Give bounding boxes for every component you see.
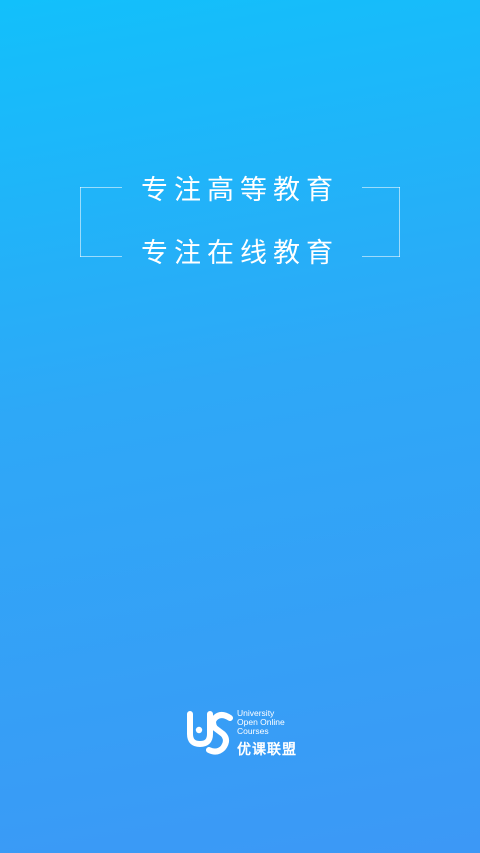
slogan-line-higher-education: 专注高等教育 <box>141 175 339 206</box>
brand-english-name: University Open Online Courses <box>237 709 285 736</box>
slogan-frame: 专注高等教育 专注在线教育 <box>80 175 400 269</box>
brand-english-line-3: Courses <box>237 726 269 736</box>
brand-chinese-name: 优课联盟 <box>237 742 297 758</box>
brand-logo: University Open Online Courses 优课联盟 <box>185 706 305 758</box>
uooc-logo-icon <box>187 711 233 755</box>
slogan-line-online-education: 专注在线教育 <box>141 238 339 269</box>
